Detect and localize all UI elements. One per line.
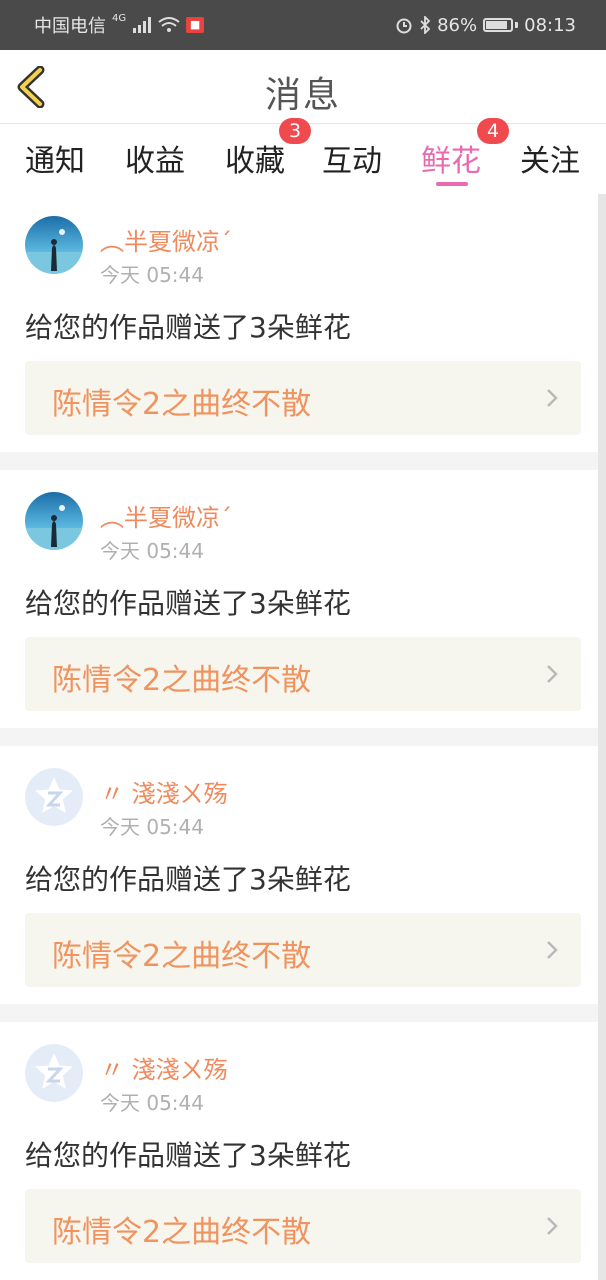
signal-icon <box>133 17 152 33</box>
avatar-photo <box>25 216 83 274</box>
battery-percent: 86% <box>437 14 478 36</box>
message-text: 给您的作品赠送了3朵鲜花 <box>25 311 351 344</box>
alarm-icon <box>396 18 412 34</box>
chevron-right-icon <box>547 665 558 683</box>
battery-tip <box>515 22 519 28</box>
tab-label: 关注 <box>520 144 580 179</box>
message-text: 给您的作品赠送了3朵鲜花 <box>25 587 351 620</box>
timestamp: 今天 05:44 <box>100 539 204 563</box>
timestamp: 今天 05:44 <box>100 263 204 287</box>
avatar[interactable] <box>25 216 83 274</box>
tab-label: 收益 <box>125 144 185 179</box>
tab-interactions[interactable]: 互动 <box>307 136 397 180</box>
reader-app-icon: ■ <box>186 17 205 33</box>
tab-flowers[interactable]: 鲜花 <box>406 136 496 180</box>
work-link[interactable]: 陈情令2之曲终不散 <box>25 1189 581 1263</box>
divider <box>0 1004 598 1022</box>
work-link[interactable]: 陈情令2之曲终不散 <box>25 637 581 711</box>
username[interactable]: 〃 淺淺ㄨ殇 <box>100 1050 228 1085</box>
work-title: 陈情令2之曲终不散 <box>52 939 312 974</box>
avatar[interactable] <box>25 492 83 550</box>
work-title: 陈情令2之曲终不散 <box>52 663 312 698</box>
clock: 08:13 <box>524 14 576 36</box>
tab-notice[interactable]: 通知 <box>10 136 100 180</box>
chevron-right-icon <box>547 389 558 407</box>
username[interactable]: ︵半夏微凉´ <box>100 498 232 533</box>
wifi-icon <box>158 17 180 32</box>
bluetooth-icon <box>420 16 431 34</box>
tab-label: 互动 <box>322 144 382 179</box>
list-item[interactable]: 〃 淺淺ㄨ殇 今天 05:44 给您的作品赠送了3朵鲜花 陈情令2之曲终不散 <box>0 1022 598 1280</box>
carrier-label: 中国电信 <box>34 16 106 37</box>
divider <box>0 728 598 746</box>
tab-label: 通知 <box>25 144 85 179</box>
top-nav-bar: 消息 <box>0 50 606 124</box>
message-text: 给您的作品赠送了3朵鲜花 <box>25 1139 351 1172</box>
default-avatar-icon <box>25 1044 83 1102</box>
work-title: 陈情令2之曲终不散 <box>52 1215 312 1250</box>
battery-icon <box>483 18 514 32</box>
username[interactable]: ︵半夏微凉´ <box>100 222 232 257</box>
tab-label: 收藏 <box>225 144 285 179</box>
tab-bar: 通知 收益 收藏 3 互动 鲜花 4 关注 <box>0 118 606 194</box>
tab-label: 鲜花 <box>421 144 481 179</box>
page-title: 消息 <box>264 75 341 116</box>
list-item[interactable]: 〃 淺淺ㄨ殇 今天 05:44 给您的作品赠送了3朵鲜花 陈情令2之曲终不散 <box>0 746 598 1004</box>
list-item[interactable]: ︵半夏微凉´ 今天 05:44 给您的作品赠送了3朵鲜花 陈情令2之曲终不散 <box>0 470 598 728</box>
status-bar: 中国电信 4G ■ 86% 08:13 <box>0 0 606 50</box>
work-link[interactable]: 陈情令2之曲终不散 <box>25 361 581 435</box>
scrollbar[interactable] <box>598 194 606 1280</box>
avatar-photo <box>25 492 83 550</box>
list-item[interactable]: ︵半夏微凉´ 今天 05:44 给您的作品赠送了3朵鲜花 陈情令2之曲终不散 <box>0 194 598 452</box>
divider <box>0 452 598 470</box>
default-avatar-icon <box>25 768 83 826</box>
avatar[interactable] <box>25 1044 83 1102</box>
avatar[interactable] <box>25 768 83 826</box>
work-link[interactable]: 陈情令2之曲终不散 <box>25 913 581 987</box>
tab-earnings[interactable]: 收益 <box>110 136 200 180</box>
chevron-right-icon <box>547 1217 558 1235</box>
tab-following[interactable]: 关注 <box>505 136 595 180</box>
timestamp: 今天 05:44 <box>100 1091 204 1115</box>
active-tab-indicator <box>436 182 468 186</box>
chevron-right-icon <box>547 941 558 959</box>
network-type: 4G <box>112 12 127 24</box>
message-text: 给您的作品赠送了3朵鲜花 <box>25 863 351 896</box>
message-list: ︵半夏微凉´ 今天 05:44 给您的作品赠送了3朵鲜花 陈情令2之曲终不散 ︵… <box>0 194 598 1280</box>
work-title: 陈情令2之曲终不散 <box>52 387 312 422</box>
timestamp: 今天 05:44 <box>100 815 204 839</box>
username[interactable]: 〃 淺淺ㄨ殇 <box>100 774 228 809</box>
